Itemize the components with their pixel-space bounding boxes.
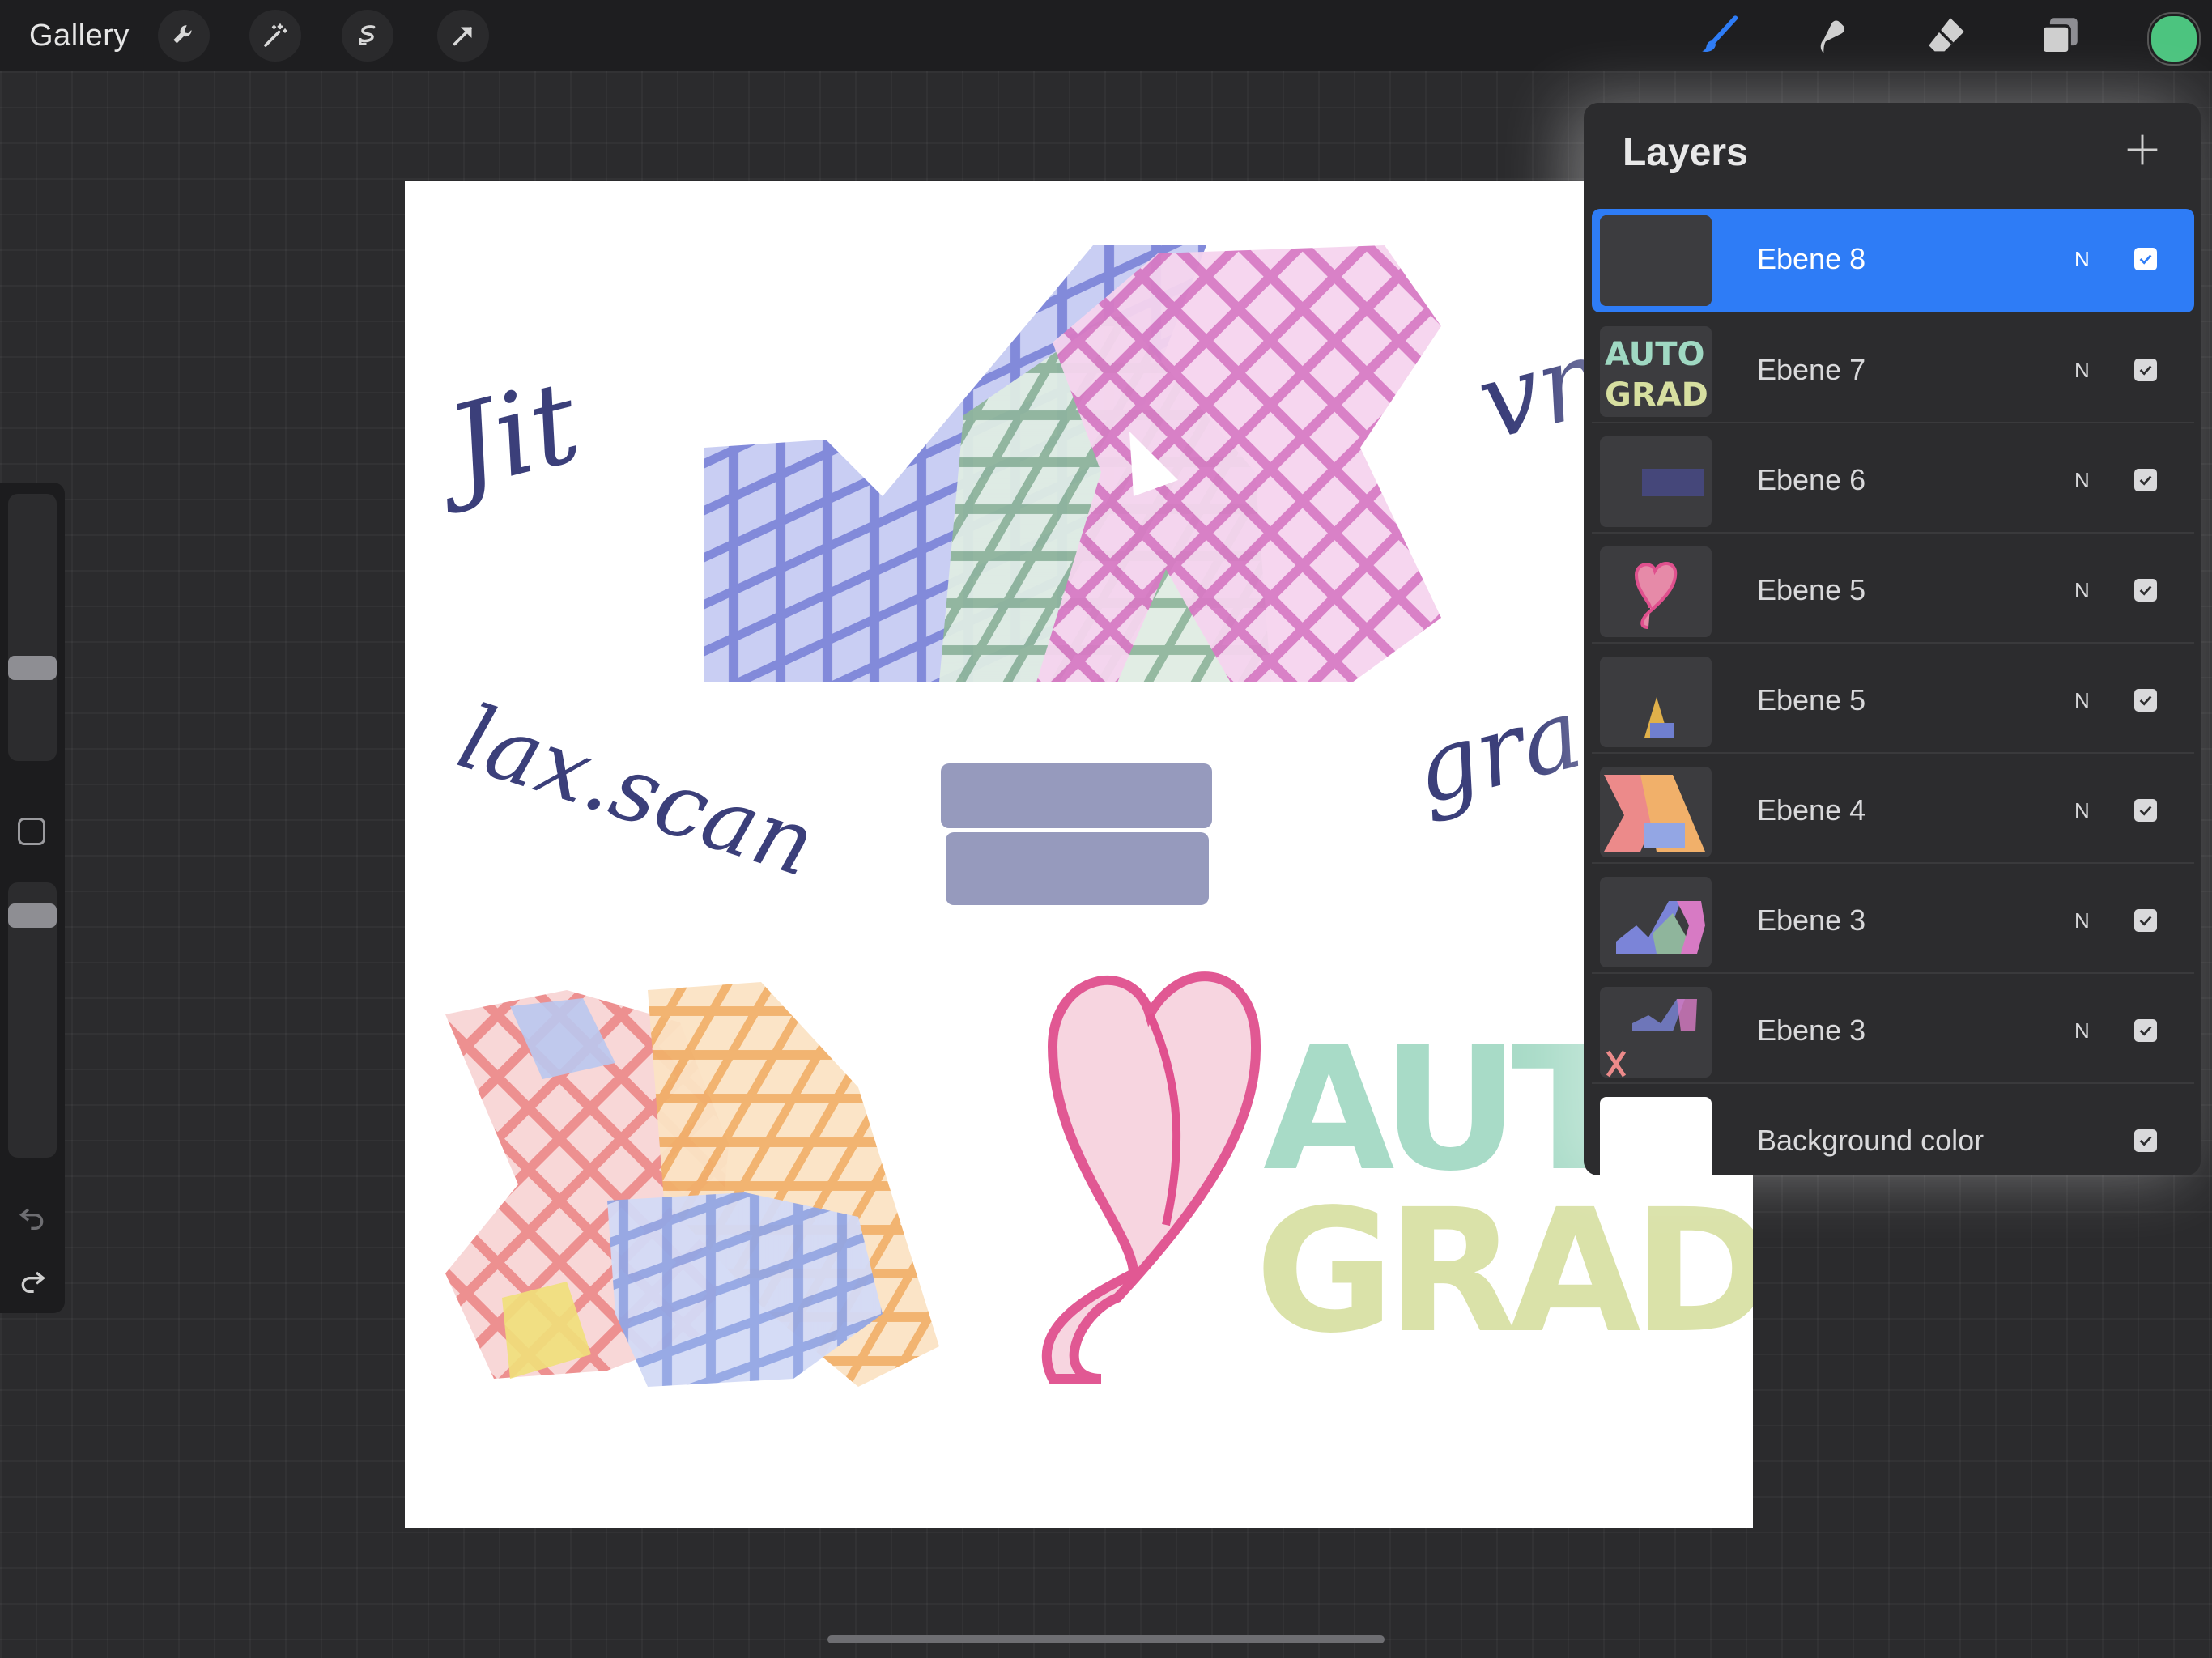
plus-icon[interactable] bbox=[2125, 132, 2160, 168]
opacity-thumb[interactable] bbox=[8, 903, 57, 928]
brush-icon[interactable] bbox=[1694, 11, 1746, 60]
layer-name[interactable]: Ebene 5 bbox=[1757, 571, 1865, 610]
svg-text:GRAD: GRAD bbox=[1255, 1172, 1753, 1371]
brush-size-thumb[interactable] bbox=[8, 656, 57, 680]
xa-drawing-bottom bbox=[445, 982, 939, 1387]
blend-mode-button[interactable]: N bbox=[2074, 244, 2090, 274]
layer-thumbnail bbox=[1600, 987, 1712, 1078]
checkmark-icon bbox=[2139, 1136, 2152, 1146]
checkmark-icon bbox=[2139, 806, 2152, 816]
layer-thumbnail bbox=[1600, 546, 1712, 637]
blend-mode-button[interactable]: N bbox=[2074, 466, 2090, 495]
wrench-icon[interactable] bbox=[158, 10, 210, 62]
checkmark-icon bbox=[2139, 695, 2152, 706]
layer-thumbnail bbox=[1600, 215, 1712, 306]
layer-thumbnail bbox=[1600, 767, 1712, 857]
blend-mode-button[interactable]: N bbox=[2074, 576, 2090, 605]
equals-strokes bbox=[941, 763, 1212, 905]
visibility-checkbox[interactable] bbox=[2134, 579, 2157, 602]
checkmark-icon bbox=[2139, 585, 2152, 596]
gallery-button[interactable]: Gallery bbox=[29, 15, 130, 57]
layer-thumbnail bbox=[1600, 877, 1712, 967]
layer-name[interactable]: Ebene 3 bbox=[1757, 901, 1865, 940]
color-picker-swatch[interactable] bbox=[2149, 14, 2199, 64]
checkmark-icon bbox=[2139, 254, 2152, 265]
top-toolbar: Gallery bbox=[0, 0, 2212, 71]
visibility-checkbox[interactable] bbox=[2134, 1129, 2157, 1152]
layers-icon[interactable] bbox=[2034, 11, 2086, 60]
layer-name[interactable]: Ebene 7 bbox=[1757, 351, 1865, 389]
heart-drawing bbox=[1042, 971, 1261, 1384]
layer-row[interactable]: Ebene 5 N bbox=[1592, 540, 2194, 644]
svg-text:gra: gra bbox=[1403, 677, 1592, 827]
visibility-checkbox[interactable] bbox=[2134, 248, 2157, 270]
transform-arrow-icon[interactable] bbox=[437, 10, 489, 62]
layer-name[interactable]: Background color bbox=[1757, 1121, 1984, 1160]
visibility-checkbox[interactable] bbox=[2134, 359, 2157, 381]
background-layer-row[interactable]: Background color bbox=[1592, 1090, 2194, 1194]
brush-size-slider[interactable] bbox=[8, 494, 57, 761]
selection-icon[interactable] bbox=[342, 10, 393, 62]
layer-row[interactable]: Ebene 8 N bbox=[1592, 209, 2194, 312]
handwriting-lax-scan: lax.scan bbox=[447, 685, 827, 896]
blend-mode-button[interactable]: N bbox=[2074, 906, 2090, 935]
visibility-checkbox[interactable] bbox=[2134, 799, 2157, 822]
modify-button[interactable] bbox=[18, 818, 45, 845]
svg-text:Jit: Jit bbox=[418, 356, 593, 520]
layer-name[interactable]: Ebene 6 bbox=[1757, 461, 1865, 500]
checkmark-icon bbox=[2139, 1026, 2152, 1036]
magic-wand-icon[interactable] bbox=[249, 10, 301, 62]
layer-row[interactable]: Ebene 3 N bbox=[1592, 980, 2194, 1084]
layer-thumbnail: AUTO GRAD bbox=[1600, 326, 1712, 417]
layer-name[interactable]: Ebene 5 bbox=[1757, 681, 1865, 720]
blend-mode-button[interactable]: N bbox=[2074, 686, 2090, 715]
checkmark-icon bbox=[2139, 475, 2152, 486]
left-sidebar bbox=[0, 483, 65, 1313]
layers-panel: Layers Ebene 8 N AUTO GRAD Ebene 7 N Eben… bbox=[1584, 103, 2201, 1188]
layer-row[interactable]: Ebene 5 N bbox=[1592, 650, 2194, 754]
handwriting-jit: Jit bbox=[418, 356, 593, 520]
drawing-canvas[interactable]: Jit vm lax.scan gra AUTO GRAD bbox=[405, 181, 1753, 1528]
undo-icon[interactable] bbox=[16, 1201, 49, 1234]
smudge-icon[interactable] bbox=[1806, 11, 1857, 60]
layer-row[interactable]: Ebene 6 N bbox=[1592, 430, 2194, 534]
layer-thumbnail bbox=[1600, 436, 1712, 527]
layers-title: Layers bbox=[1623, 131, 1748, 174]
blend-mode-button[interactable]: N bbox=[2074, 355, 2090, 385]
redo-icon[interactable] bbox=[16, 1265, 49, 1297]
visibility-checkbox[interactable] bbox=[2134, 469, 2157, 491]
layer-row[interactable]: AUTO GRAD Ebene 7 N bbox=[1592, 320, 2194, 423]
visibility-checkbox[interactable] bbox=[2134, 1019, 2157, 1042]
blend-mode-button[interactable]: N bbox=[2074, 796, 2090, 825]
layer-thumbnail bbox=[1600, 657, 1712, 747]
eraser-icon[interactable] bbox=[1921, 11, 1972, 60]
layer-name[interactable]: Ebene 4 bbox=[1757, 791, 1865, 830]
checkmark-icon bbox=[2139, 365, 2152, 376]
handwriting-grad: gra bbox=[1403, 677, 1592, 827]
ax-drawing-top bbox=[704, 245, 1441, 682]
layer-row[interactable]: Ebene 4 N bbox=[1592, 760, 2194, 864]
svg-text:lax.scan: lax.scan bbox=[447, 685, 827, 896]
visibility-checkbox[interactable] bbox=[2134, 689, 2157, 712]
svg-text:AUTO: AUTO bbox=[1605, 336, 1705, 373]
home-indicator[interactable] bbox=[827, 1635, 1385, 1643]
layer-name[interactable]: Ebene 8 bbox=[1757, 240, 1865, 278]
layer-name[interactable]: Ebene 3 bbox=[1757, 1011, 1865, 1050]
blend-mode-button[interactable]: N bbox=[2074, 1016, 2090, 1045]
layer-row[interactable]: Ebene 3 N bbox=[1592, 870, 2194, 974]
background-color-swatch[interactable] bbox=[1600, 1097, 1712, 1188]
checkmark-icon bbox=[2139, 916, 2152, 926]
visibility-checkbox[interactable] bbox=[2134, 909, 2157, 932]
svg-text:GRAD: GRAD bbox=[1605, 376, 1708, 414]
